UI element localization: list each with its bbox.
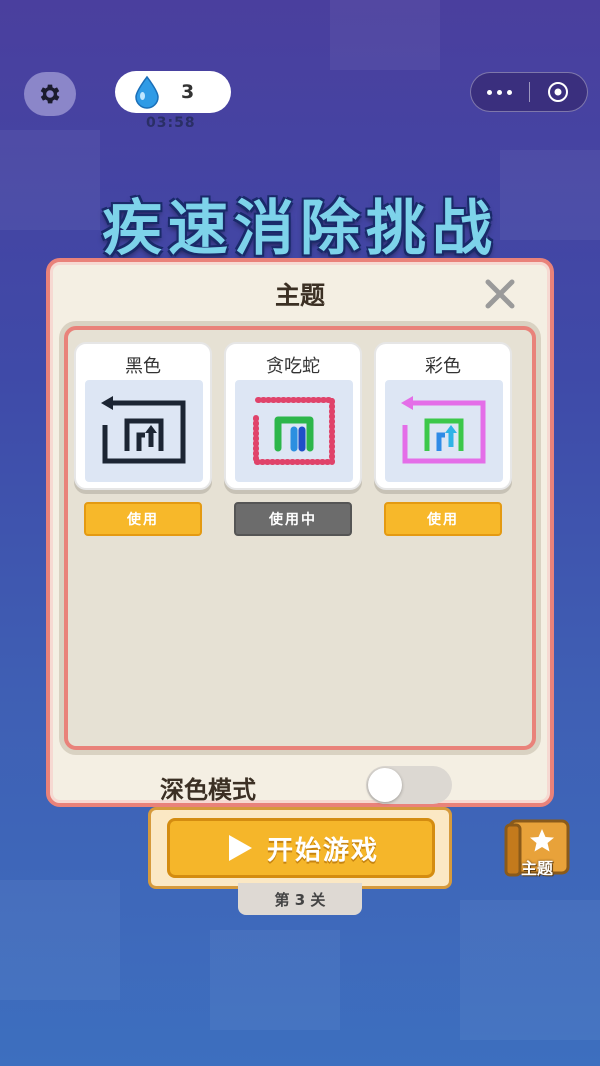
settings-button[interactable] [24, 72, 76, 116]
theme-button-label: 主题 [520, 859, 553, 878]
theme-card-black[interactable]: 黑色 [74, 342, 212, 490]
theme-list-panel: 黑色 使用 贪吃蛇 使用中 彩色 使用 [64, 326, 536, 750]
use-snake-button[interactable]: 使用中 [234, 502, 352, 536]
start-game-button[interactable]: 开始游戏 [167, 818, 435, 878]
start-game-label: 开始游戏 [266, 835, 379, 866]
water-drop-counter[interactable]: 3 [115, 71, 231, 113]
modal-title: 主题 [274, 281, 325, 310]
play-icon [228, 835, 252, 861]
theme-label: 彩色 [425, 356, 461, 377]
timer: 03:58 [146, 115, 196, 131]
water-drop-icon [135, 75, 159, 109]
color-theme-preview-icon [385, 380, 503, 482]
toggle-knob [368, 768, 402, 802]
black-theme-preview-icon [85, 380, 203, 482]
dark-mode-label: 深色模式 [160, 776, 256, 804]
use-black-button[interactable]: 使用 [84, 502, 202, 536]
use-color-button[interactable]: 使用 [384, 502, 502, 536]
record-icon[interactable] [529, 80, 587, 104]
theme-modal: 主题 黑色 使用 贪吃蛇 使用中 彩色 使用 深色模式 [46, 258, 554, 807]
theme-card-snake[interactable]: 贪吃蛇 [224, 342, 362, 490]
snake-theme-preview-icon [235, 380, 353, 482]
close-icon[interactable] [480, 274, 520, 314]
dark-mode-toggle[interactable] [366, 766, 452, 804]
start-button-frame: 开始游戏 [148, 807, 452, 889]
theme-label: 贪吃蛇 [266, 356, 320, 377]
level-label: 第 3 关 [238, 883, 362, 915]
theme-book-button[interactable]: 主题 [502, 815, 572, 881]
mini-program-capsule [470, 72, 588, 112]
drops-count: 3 [181, 81, 195, 103]
theme-label: 黑色 [125, 356, 161, 377]
game-title: 疾速消除挑战 [102, 194, 498, 264]
theme-card-color[interactable]: 彩色 [374, 342, 512, 490]
gear-icon [40, 84, 60, 104]
more-icon[interactable] [471, 89, 529, 95]
